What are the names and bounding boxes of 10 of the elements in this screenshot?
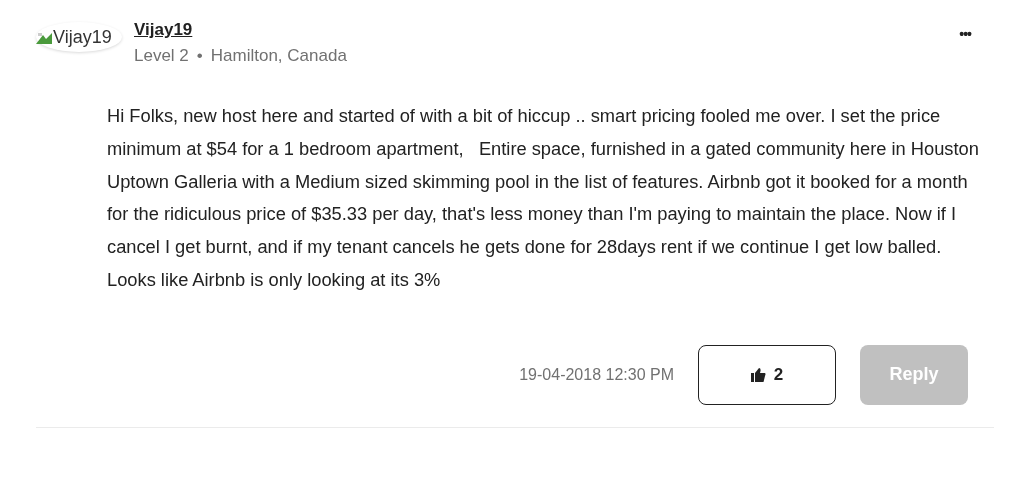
- post-timestamp: 19-04-2018 12:30 PM: [519, 365, 674, 384]
- more-menu-button[interactable]: •••: [959, 26, 971, 42]
- post-body: Hi Folks, new host here and started of with a bit of hiccup .. smart pricing fooled me over. I set the price minimum at $54 for a 1 bedroom apartment, Entire space, furnished in a gated community here in Houston Uptown Galleria with a Medium sized skimming pool in the list of features. Airbnb got it booked for a month for the ridiculous price of $35.33 per day, that's less money than I'm paying to maintain the place. Now if I cancel I get burnt, and if my tenant cancels he gets done for 28days rent if we continue I get low balled. Looks like Airbnb is only looking at its 3%: [107, 104, 980, 292]
- thumbs-up-icon: [750, 367, 766, 382]
- user-rank: Level 2: [134, 46, 189, 66]
- username-link[interactable]: Vijay19: [134, 20, 960, 40]
- user-location: Hamilton, Canada: [210, 46, 347, 66]
- separator-dot: •: [196, 46, 203, 66]
- broken-image-icon: [36, 30, 52, 44]
- kudos-button[interactable]: 2: [698, 344, 836, 405]
